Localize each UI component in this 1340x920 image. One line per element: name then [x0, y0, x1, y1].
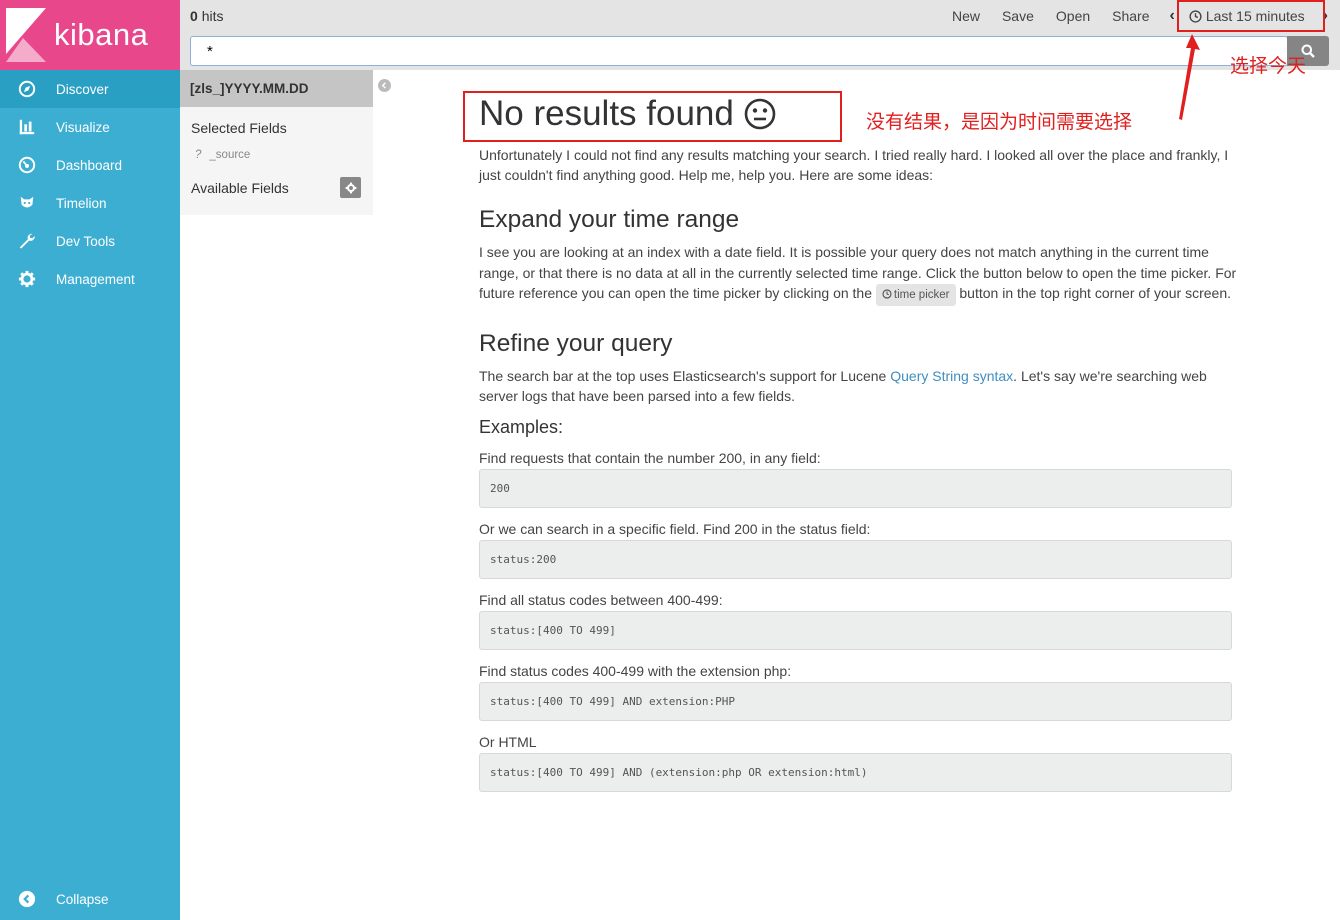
sidebar-item-timelion[interactable]: Timelion [0, 184, 180, 222]
new-button[interactable]: New [952, 8, 980, 24]
available-fields-heading: Available Fields [191, 179, 289, 196]
hits-count: 0 [190, 8, 198, 24]
gear-icon [17, 269, 37, 289]
no-results-panel: No results found Unfortunately I could n… [479, 90, 1239, 792]
example-5: Or HTML status:[400 TO 499] AND (extensi… [479, 734, 1239, 792]
sidebar-item-management[interactable]: Management [0, 260, 180, 298]
collapse-field-panel-button[interactable] [378, 79, 391, 92]
app-name: kibana [54, 17, 149, 52]
search-input[interactable] [191, 37, 1287, 65]
example-label: Find status codes 400-499 with the exten… [479, 663, 792, 679]
sidebar-item-dev-tools[interactable]: Dev Tools [0, 222, 180, 260]
chevron-left-icon[interactable]: ‹ [1170, 7, 1175, 25]
kibana-logo-icon [6, 8, 46, 62]
chevron-left-icon [381, 82, 386, 89]
timelion-icon [17, 193, 37, 213]
query-string-syntax-link[interactable]: Query String syntax [890, 368, 1013, 384]
sidebar-item-discover[interactable]: Discover [0, 70, 180, 108]
save-button[interactable]: Save [1002, 8, 1034, 24]
annotation-title-box [463, 91, 842, 142]
example-code[interactable]: status:[400 TO 499] AND (extension:php O… [479, 753, 1232, 792]
search-bar [190, 36, 1288, 66]
hits-counter: 0 hits [190, 8, 223, 24]
expand-heading: Expand your time range [479, 206, 740, 233]
sidebar-item-dashboard[interactable]: Dashboard [0, 146, 180, 184]
field-type-icon: ? [195, 149, 202, 161]
sidebar-item-label: Dashboard [56, 157, 123, 173]
example-label: Or HTML [479, 734, 537, 750]
sidebar-item-label: Management [56, 271, 135, 287]
top-nav: 0 hits New Save Open Share ‹ Last 15 min… [180, 0, 1340, 70]
share-button[interactable]: Share [1112, 8, 1149, 24]
selected-fields-heading: Selected Fields [191, 120, 287, 136]
example-code[interactable]: status:[400 TO 499] [479, 611, 1232, 650]
sidebar-collapse-button[interactable]: Collapse [0, 880, 180, 918]
examples-heading: Examples: [479, 417, 564, 437]
kibana-logo[interactable]: kibana [0, 0, 180, 70]
bar-chart-icon [17, 117, 37, 137]
expand-text: I see you are looking at an index with a… [479, 242, 1239, 306]
annotation-time-box [1177, 0, 1325, 32]
intro-text: Unfortunately I could not find any resul… [479, 147, 1229, 183]
example-code[interactable]: 200 [479, 469, 1232, 508]
example-4: Find status codes 400-499 with the exten… [479, 663, 1239, 721]
annotation-note-main: 没有结果，是因为时间需要选择 [866, 111, 1133, 133]
field-list-panel: [zls_]YYYY.MM.DD Selected Fields ? _sourc… [180, 70, 373, 215]
example-code[interactable]: status:200 [479, 540, 1232, 579]
annotation-arrow [1179, 34, 1200, 120]
example-label: Or we can search in a specific field. Fi… [479, 521, 871, 537]
gear-icon [345, 182, 356, 193]
example-code[interactable]: status:[400 TO 499] AND extension:PHP [479, 682, 1232, 721]
source-field-label: _source [209, 149, 251, 161]
example-label: Find requests that contain the number 20… [479, 450, 821, 466]
refine-text-part-1: The search bar at the top uses Elasticse… [479, 368, 887, 384]
collapse-label: Collapse [56, 891, 109, 907]
index-pattern-selector[interactable]: [zls_]YYYY.MM.DD [180, 70, 373, 107]
example-1: Find requests that contain the number 20… [479, 450, 1239, 508]
kibana-sidebar: kibana Discover Visualize Dashboard Time… [0, 0, 180, 920]
refine-heading: Refine your query [479, 330, 673, 357]
compass-icon [17, 79, 37, 99]
field-settings-button[interactable] [340, 177, 361, 198]
wrench-icon [17, 231, 37, 251]
expand-text-part-2: button in the top right corner of your s… [959, 285, 1231, 301]
hits-label: hits [201, 8, 224, 24]
sidebar-item-label: Visualize [56, 119, 110, 135]
chevron-left-circle-icon [17, 889, 37, 909]
sidebar-item-label: Timelion [56, 195, 107, 211]
time-picker-inline-label: time picker [893, 289, 950, 301]
example-2: Or we can search in a specific field. Fi… [479, 521, 1239, 579]
available-fields-row: Available Fields [180, 161, 373, 198]
open-button[interactable]: Open [1056, 8, 1090, 24]
refine-text: The search bar at the top uses Elasticse… [479, 366, 1239, 406]
dashboard-icon [17, 155, 37, 175]
sidebar-item-label: Dev Tools [56, 233, 116, 249]
clock-icon [882, 289, 892, 299]
source-field[interactable]: ? _source [180, 136, 373, 161]
example-label: Find all status codes between 400-499: [479, 592, 723, 608]
sidebar-item-visualize[interactable]: Visualize [0, 108, 180, 146]
time-picker-inline-button[interactable]: time picker [875, 284, 956, 306]
example-3: Find all status codes between 400-499: s… [479, 592, 1239, 650]
annotation-note-time: 选择今天 [1230, 55, 1307, 77]
sidebar-item-label: Discover [56, 81, 109, 97]
